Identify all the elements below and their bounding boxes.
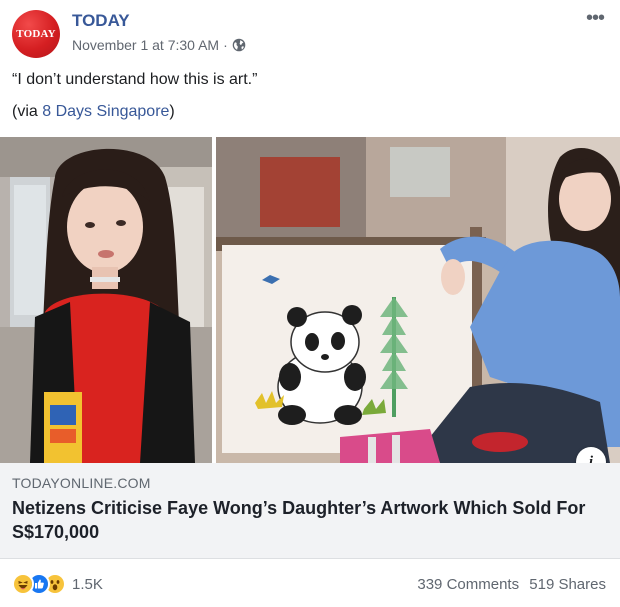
link-title: Netizens Criticise Faye Wong’s Daughter’… <box>12 498 586 542</box>
composite-photo <box>0 137 620 463</box>
post-attribution: (via 8 Days Singapore) <box>12 102 175 122</box>
more-options-icon[interactable]: ••• <box>586 8 605 28</box>
post-message: “I don’t understand how this is art.” <box>12 71 258 88</box>
via-suffix: ) <box>169 103 175 120</box>
link-preview-image[interactable] <box>0 137 620 463</box>
comments-count[interactable]: 339 Comments <box>417 576 519 593</box>
post-footer: 1.5K 339 Comments 519 Shares <box>0 560 620 607</box>
post-timestamp[interactable]: November 1 at 7:30 AM <box>72 37 219 53</box>
engagement-counts: 339 Comments 519 Shares <box>411 576 606 593</box>
page-name-link[interactable]: TODAY <box>72 11 130 31</box>
reaction-summary[interactable]: 1.5K <box>12 573 103 595</box>
meta-separator: · <box>223 37 228 53</box>
avatar-logo-text: TODAY <box>16 28 56 40</box>
haha-icon <box>12 573 34 595</box>
reaction-count[interactable]: 1.5K <box>72 576 103 593</box>
via-page-link[interactable]: 8 Days Singapore <box>42 103 169 120</box>
page-avatar[interactable]: TODAY <box>12 10 60 58</box>
facebook-post: TODAY TODAY November 1 at 7:30 AM · ••• … <box>0 0 620 607</box>
via-prefix: (via <box>12 103 43 120</box>
post-meta: November 1 at 7:30 AM · <box>72 37 246 53</box>
globe-icon[interactable] <box>232 38 246 52</box>
shares-count[interactable]: 519 Shares <box>529 576 606 593</box>
link-preview-box[interactable]: TODAYONLINE.COM Netizens Criticise Faye … <box>0 463 620 559</box>
link-domain: TODAYONLINE.COM <box>12 475 151 491</box>
